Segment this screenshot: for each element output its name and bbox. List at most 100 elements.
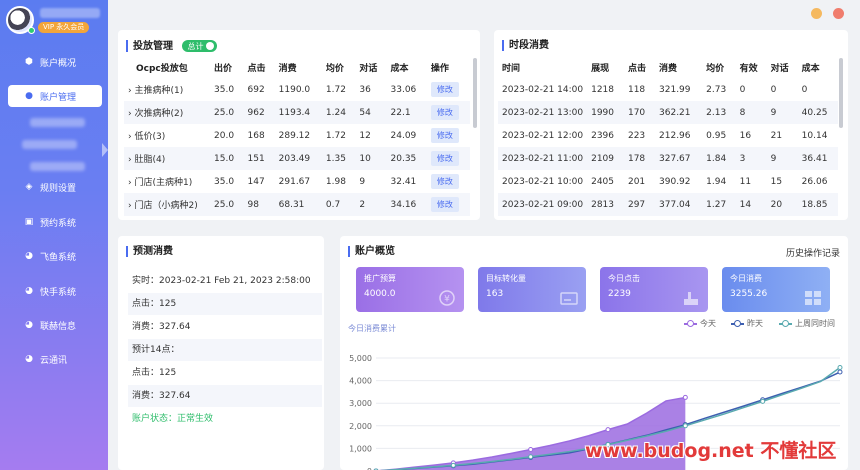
table-cell: 40.25 bbox=[797, 101, 838, 124]
data-point bbox=[528, 454, 534, 460]
today-clicks-card: 今日点击 2239 bbox=[600, 267, 708, 312]
table-cell: 20.35 bbox=[386, 147, 427, 170]
row-name-cell[interactable]: › 门店(主病种1) bbox=[124, 170, 210, 193]
kuaishou-icon: ◕ bbox=[25, 286, 33, 296]
sidebar-item-kuaishou[interactable]: ◕ 快手系统 bbox=[8, 280, 102, 302]
table-cell: 212.96 bbox=[659, 130, 691, 141]
table-cell: 118 bbox=[627, 84, 646, 95]
edit-button[interactable]: 修改 bbox=[430, 174, 459, 189]
table-cell: 289.12 bbox=[278, 130, 311, 141]
table-row[interactable]: 2023-02-21 12:00 2396 223 212.96 0.95 16… bbox=[498, 124, 838, 147]
total-toggle[interactable]: 总计 bbox=[182, 40, 218, 52]
sidebar-item-account-overview[interactable]: ⬢ 账户概况 bbox=[8, 51, 102, 73]
expand-chevron-icon[interactable]: › bbox=[128, 109, 132, 119]
svg-text:¥: ¥ bbox=[444, 295, 450, 305]
edit-button[interactable]: 修改 bbox=[430, 105, 459, 120]
action-cell: 修改 bbox=[426, 147, 470, 170]
action-cell: 修改 bbox=[426, 193, 470, 216]
table-row[interactable]: 2023-02-21 09:00 2813 297 377.04 1.27 14… bbox=[498, 193, 838, 216]
legend-label: 今天 bbox=[700, 319, 716, 328]
sidebar: VIP 永久会员 ⬢ 账户概况 ● 账户管理 ◈ 规则设置 ▣ 预约系统 ◕ 飞鱼系统 ◕… bbox=[0, 0, 108, 470]
blurred-menu-item bbox=[30, 162, 85, 171]
table-row[interactable]: › 次推病种(2) 25.0 962 1193.4 1.24 54 22.1 修… bbox=[124, 101, 470, 124]
table-cell: 9 bbox=[766, 101, 798, 124]
table-cell: 2023-02-21 11:00 bbox=[498, 147, 588, 170]
forecast-expected-clicks: 点击：125 bbox=[132, 368, 177, 378]
column-header: 成本 bbox=[801, 63, 820, 74]
sidebar-item-lianhe[interactable]: ◕ 联赫信息 bbox=[8, 314, 102, 336]
table-cell: 170 bbox=[623, 101, 656, 124]
expand-chevron-icon[interactable]: › bbox=[128, 132, 132, 142]
collapse-arrow-icon[interactable] bbox=[102, 143, 108, 157]
data-point bbox=[605, 427, 611, 433]
column-header: 成本 bbox=[390, 63, 409, 74]
table-cell: 25.0 bbox=[210, 101, 244, 124]
table-cell: 2396 bbox=[591, 130, 615, 141]
sidebar-item-label: 云通讯 bbox=[40, 355, 68, 366]
expand-chevron-icon[interactable]: › bbox=[128, 178, 132, 188]
expand-chevron-icon[interactable]: › bbox=[128, 201, 132, 211]
table-cell: 0.7 bbox=[321, 193, 356, 216]
legend-today[interactable]: 今天 bbox=[684, 318, 716, 329]
table-cell: 2109 bbox=[587, 147, 624, 170]
legend-yesterday[interactable]: 昨天 bbox=[731, 318, 763, 329]
y-tick-label: 4,000 bbox=[349, 377, 372, 386]
row-name-cell[interactable]: › 肚脂(4) bbox=[124, 147, 210, 170]
scrollbar[interactable] bbox=[473, 58, 477, 128]
sidebar-item-label: 账户管理 bbox=[40, 92, 77, 103]
table-cell: 36.41 bbox=[797, 147, 838, 170]
target-conversion-card: 目标转化量 163 bbox=[478, 267, 586, 312]
sidebar-item-booking[interactable]: ▣ 预约系统 bbox=[8, 211, 102, 233]
minimize-button[interactable] bbox=[811, 8, 822, 19]
table-cell: 3 bbox=[735, 147, 767, 170]
edit-button[interactable]: 修改 bbox=[430, 82, 459, 97]
edit-button[interactable]: 修改 bbox=[430, 151, 459, 166]
table-row[interactable]: › 门店(主病种1) 35.0 147 291.67 1.98 9 32.41 … bbox=[124, 170, 470, 193]
row-name-cell[interactable]: › 主推病种(1) bbox=[124, 78, 210, 101]
scrollbar[interactable] bbox=[839, 58, 843, 128]
row-name-cell[interactable]: › 门店（小病种2) bbox=[124, 193, 210, 216]
table-cell: 377.04 bbox=[655, 193, 703, 216]
sidebar-item-feiyu[interactable]: ◕ 飞鱼系统 bbox=[8, 245, 102, 267]
table-row[interactable]: 2023-02-21 11:00 2109 178 327.67 1.84 3 … bbox=[498, 147, 838, 170]
table-row[interactable]: › 主推病种(1) 35.0 692 1190.0 1.72 36 33.06 … bbox=[124, 78, 470, 101]
legend-last-week[interactable]: 上周同时间 bbox=[779, 318, 835, 329]
cell-text: 门店(主病种1) bbox=[134, 178, 193, 188]
online-status-dot bbox=[28, 27, 35, 34]
table-cell: 22.1 bbox=[386, 101, 427, 124]
legend-marker-icon bbox=[779, 319, 792, 328]
sidebar-item-cloud-comm[interactable]: ◕ 云通讯 bbox=[8, 348, 102, 370]
legend-label: 昨天 bbox=[747, 319, 763, 328]
cloud-icon: ◕ bbox=[25, 354, 33, 364]
action-cell: 修改 bbox=[427, 78, 470, 101]
sidebar-item-rules[interactable]: ◈ 规则设置 bbox=[8, 176, 102, 198]
table-cell: 18.85 bbox=[797, 193, 838, 216]
row-name-cell[interactable]: › 次推病种(2) bbox=[124, 101, 210, 124]
forecast-spend: 消费：327.64 bbox=[132, 322, 191, 332]
table-row[interactable]: 2023-02-21 14:00 1218 118 321.99 2.73 0 … bbox=[498, 78, 838, 101]
column-header: 消费 bbox=[659, 63, 678, 74]
edit-button[interactable]: 修改 bbox=[430, 197, 459, 212]
table-row[interactable]: 2023-02-21 10:00 2405 201 390.92 1.94 11… bbox=[498, 170, 838, 193]
table-cell: 223 bbox=[627, 130, 646, 141]
expand-chevron-icon[interactable]: › bbox=[128, 86, 132, 96]
click-icon bbox=[684, 292, 698, 305]
table-cell: 1.24 bbox=[321, 101, 356, 124]
table-header-row: Ocpc投放包 出价 点击 消费 均价 对话 成本 操作 bbox=[124, 56, 470, 78]
vip-badge: VIP 永久会员 bbox=[38, 22, 90, 33]
sidebar-item-account-management[interactable]: ● 账户管理 bbox=[8, 85, 102, 107]
table-row[interactable]: › 门店（小病种2) 25.0 98 68.31 0.7 2 34.16 修改 bbox=[124, 193, 470, 216]
row-name-cell[interactable]: › 低价(3) bbox=[124, 124, 210, 147]
table-cell: 2.13 bbox=[702, 101, 736, 124]
table-cell: 1193.4 bbox=[274, 101, 322, 124]
table-row[interactable]: 2023-02-21 13:00 1990 170 362.21 2.13 8 … bbox=[498, 101, 838, 124]
watermark: www.budog.net 不懂社区 bbox=[585, 440, 837, 462]
edit-button[interactable]: 修改 bbox=[430, 128, 459, 143]
close-button[interactable] bbox=[833, 8, 844, 19]
table-header-row: 时间 展现 点击 消费 均价 有效 对话 成本 bbox=[498, 56, 838, 78]
forecast-panel: 预测消费 实时：2023-02-21 Feb 21, 2023 2:58:00 … bbox=[118, 236, 324, 470]
history-link[interactable]: 历史操作记录 bbox=[786, 246, 840, 259]
table-row[interactable]: › 低价(3) 20.0 168 289.12 1.72 12 24.09 修改 bbox=[124, 124, 470, 147]
table-row[interactable]: › 肚脂(4) 15.0 151 203.49 1.35 10 20.35 修改 bbox=[124, 147, 470, 170]
expand-chevron-icon[interactable]: › bbox=[128, 155, 132, 165]
